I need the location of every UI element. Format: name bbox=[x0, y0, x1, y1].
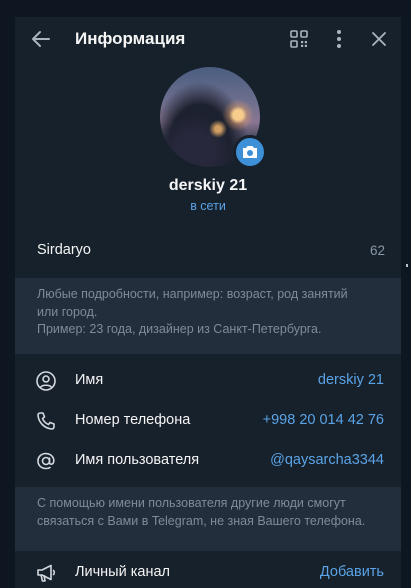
bio-char-counter: 62 bbox=[369, 243, 385, 258]
back-button[interactable] bbox=[29, 27, 53, 51]
username-hint: С помощью имени пользователя другие люди… bbox=[15, 487, 401, 551]
username-hint-line: С помощью имени пользователя другие люди… bbox=[37, 496, 346, 510]
more-options-button[interactable] bbox=[331, 28, 347, 50]
bio-hint-line: Пример: 23 года, дизайнер из Санкт-Петер… bbox=[37, 322, 322, 336]
scrollbar-hint bbox=[406, 264, 408, 267]
profile-name: derskiy 21 bbox=[168, 177, 248, 194]
close-icon bbox=[372, 32, 386, 46]
phone-row[interactable]: Номер телефона +998 20 014 42 76 bbox=[15, 400, 401, 440]
username-hint-line: связаться с Вами в Telegram, не зная Ваш… bbox=[37, 513, 366, 528]
profile-info-panel: Информация derskiy 21 в сети Sirdaryo 62… bbox=[15, 17, 401, 588]
username-row[interactable]: Имя пользователя @qaysarcha3344 bbox=[15, 440, 401, 480]
phone-label: Номер телефона bbox=[75, 412, 191, 428]
page-title: Информация bbox=[75, 29, 186, 48]
username-label: Имя пользователя bbox=[75, 452, 200, 468]
panel-header: Информация bbox=[15, 17, 401, 62]
bio-hint-line: или город. bbox=[37, 304, 98, 319]
set-photo-button[interactable] bbox=[233, 135, 267, 169]
close-button[interactable] bbox=[369, 29, 389, 49]
name-row[interactable]: Имя derskiy 21 bbox=[15, 360, 401, 400]
personal-channel-row[interactable]: Личный канал Добавить bbox=[15, 552, 401, 588]
name-value: derskiy 21 bbox=[317, 372, 384, 388]
name-label: Имя bbox=[75, 372, 104, 388]
personal-channel-label: Личный канал bbox=[75, 564, 170, 580]
avatar-container bbox=[160, 67, 267, 171]
phone-value: +998 20 014 42 76 bbox=[262, 412, 384, 428]
megaphone-icon bbox=[37, 564, 56, 582]
bio-text[interactable]: Sirdaryo bbox=[37, 242, 91, 258]
person-icon bbox=[36, 371, 56, 391]
username-value: @qaysarcha3344 bbox=[270, 452, 384, 468]
add-channel-link[interactable]: Добавить bbox=[320, 564, 384, 580]
at-icon bbox=[37, 452, 55, 470]
qr-code-icon bbox=[290, 30, 308, 48]
bio-field[interactable]: Sirdaryo 62 bbox=[15, 230, 401, 270]
bio-hint-line: Любые подробности, например: возраст, ро… bbox=[37, 287, 348, 301]
bio-hint: Любые подробности, например: возраст, ро… bbox=[15, 278, 401, 354]
camera-icon bbox=[243, 146, 257, 158]
arrow-left-icon bbox=[32, 31, 50, 47]
qr-code-button[interactable] bbox=[289, 29, 309, 49]
online-status: в сети bbox=[190, 199, 226, 213]
more-vertical-icon bbox=[337, 30, 341, 48]
phone-icon bbox=[37, 412, 55, 430]
